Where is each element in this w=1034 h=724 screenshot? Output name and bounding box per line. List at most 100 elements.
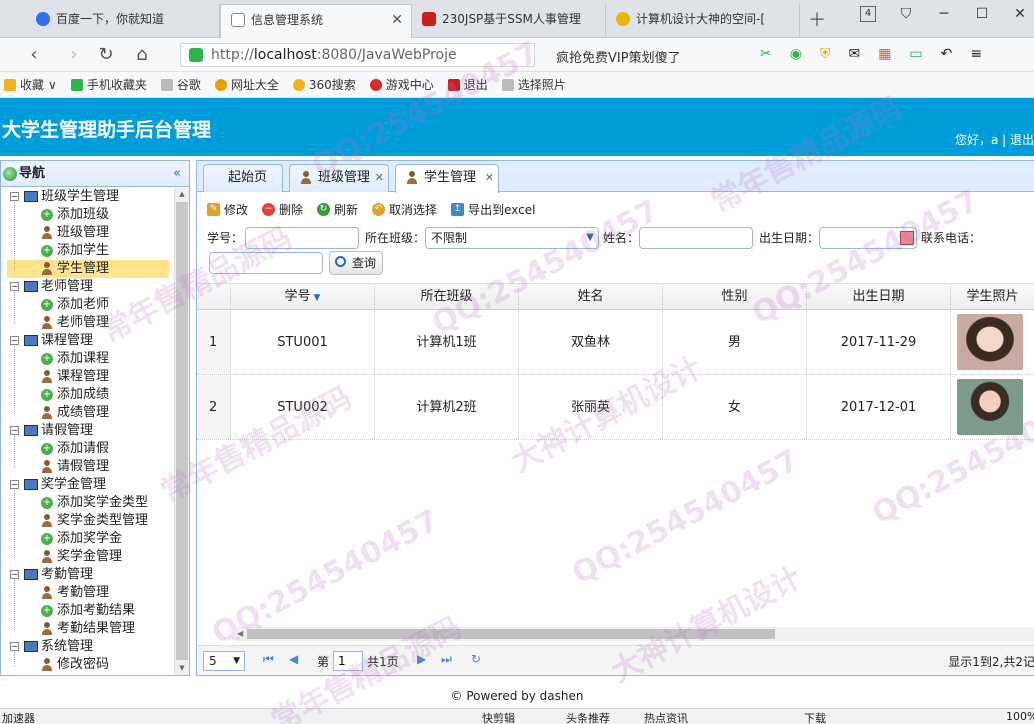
collapse-toggle-icon[interactable]: − (10, 570, 19, 579)
tab-class-management[interactable]: 班级管理 ✕ (289, 164, 389, 192)
bookmark-favorites[interactable]: 收藏 ∨ (4, 76, 57, 93)
calendar-icon[interactable] (900, 231, 914, 245)
close-window-icon[interactable]: ✕ (1012, 6, 1028, 22)
sidebar-item[interactable]: + 添加成绩 (1, 386, 175, 404)
bookmark-logout[interactable]: 退出 (447, 76, 488, 93)
scroll-thumb[interactable] (176, 202, 188, 660)
close-tab-icon[interactable]: ✕ (375, 165, 384, 191)
sidebar-item[interactable]: 成绩管理 (1, 404, 175, 422)
scissors-icon[interactable]: ✂ (760, 46, 772, 62)
status-quick-clip[interactable]: 快剪辑 (482, 710, 515, 724)
user-info-logout[interactable]: 您好，a | 退出 (955, 131, 1034, 148)
sidebar-item[interactable]: + 添加请假 (1, 440, 175, 458)
next-page-icon[interactable]: ▶ (417, 652, 426, 666)
sidebar-group[interactable]: − 考勤管理 (1, 566, 175, 584)
apps-grid-icon[interactable]: ▦ (878, 46, 891, 62)
refresh-button[interactable]: ↻ 刷新 (317, 201, 358, 218)
scroll-left-icon[interactable]: ◀ (237, 627, 243, 641)
shirt-icon[interactable]: ⛉ (898, 6, 914, 22)
sidebar-item[interactable]: 考勤管理 (1, 584, 175, 602)
column-header-gender[interactable]: 性别 (663, 284, 807, 309)
sidebar-item[interactable]: + 添加学生 (1, 242, 175, 260)
scroll-down-icon[interactable]: ▼ (175, 662, 189, 675)
sidebar-item[interactable]: + 添加考勤结果 (1, 602, 175, 620)
promo-link[interactable]: 疯抢免费VIP策划傻了 (556, 47, 681, 66)
new-tab-icon[interactable]: ＋ (808, 6, 826, 32)
prev-page-icon[interactable]: ◀ (289, 652, 298, 666)
undo-icon[interactable]: ↶ (941, 46, 953, 62)
status-download[interactable]: 下载 (804, 710, 826, 724)
home-icon[interactable]: ⌂ (130, 44, 154, 65)
sidebar-group[interactable]: − 老师管理 (1, 278, 175, 296)
sidebar-group[interactable]: − 系统管理 (1, 638, 175, 656)
menu-icon[interactable]: ≡ (970, 46, 982, 62)
close-tab-icon[interactable]: ✕ (485, 165, 494, 191)
sidebar-group[interactable]: − 班级学生管理 (1, 188, 175, 206)
name-input[interactable] (639, 227, 753, 249)
scroll-thumb[interactable] (247, 629, 775, 639)
sidebar-item[interactable]: 课程管理 (1, 368, 175, 386)
sidebar-group[interactable]: − 课程管理 (1, 332, 175, 350)
sidebar-item[interactable]: + 添加老师 (1, 296, 175, 314)
sidebar-group[interactable]: − 请假管理 (1, 422, 175, 440)
column-header-class[interactable]: 所在班级 (375, 284, 519, 309)
bookmark-google[interactable]: 谷歌 (160, 76, 201, 93)
bookmark-mobile[interactable]: 手机收藏夹 (70, 76, 147, 93)
status-top-news[interactable]: 头条推荐 (566, 710, 610, 724)
cancel-select-button[interactable]: ↶ 取消选择 (372, 201, 437, 218)
phone-input[interactable] (209, 252, 323, 274)
delete-button[interactable]: − 删除 (262, 201, 303, 218)
student-no-input[interactable] (245, 227, 359, 249)
maximize-icon[interactable]: ☐ (974, 6, 990, 22)
column-header-student-no[interactable]: 学号 ▼ (231, 284, 375, 309)
bookmark-directory[interactable]: 网址大全 (214, 76, 279, 93)
scroll-up-icon[interactable]: ▲ (175, 188, 189, 201)
sidebar-item[interactable]: 班级管理 (1, 224, 175, 242)
minimize-icon[interactable]: ─ (936, 6, 952, 22)
tab-student-management[interactable]: 学生管理 ✕ (395, 164, 499, 193)
collapse-toggle-icon[interactable]: − (10, 426, 19, 435)
page-number-input[interactable] (333, 651, 363, 671)
sidebar-group[interactable]: − 奖学金管理 (1, 476, 175, 494)
collapse-toggle-icon[interactable]: − (10, 282, 19, 291)
sidebar-item[interactable]: + 添加奖学金类型 (1, 494, 175, 512)
column-header-photo[interactable]: 学生照片 (951, 284, 1034, 309)
url-input[interactable]: http://localhost:8080/JavaWebProje (180, 43, 535, 67)
translate-icon[interactable]: ◉ (790, 46, 802, 62)
query-button[interactable]: 查询 (329, 251, 384, 275)
column-header-birth[interactable]: 出生日期 (807, 284, 951, 309)
sidebar-item[interactable]: 修改密码 (1, 656, 175, 674)
sidebar-item[interactable]: 奖学金管理 (1, 548, 175, 566)
battery-icon[interactable]: ▭ (909, 46, 922, 62)
browser-tab-ssm[interactable]: 230JSP基于SSM人事管理 (412, 4, 606, 38)
sidebar-item[interactable]: 考勤结果管理 (1, 620, 175, 638)
bookmark-choose-photo[interactable]: 选择照片 (501, 76, 566, 93)
sidebar-item[interactable]: 请假管理 (1, 458, 175, 476)
class-select[interactable]: 不限制 ▼ (425, 227, 599, 249)
collapse-toggle-icon[interactable]: − (10, 192, 19, 201)
browser-tab-info-system[interactable]: 信息管理系统 ✕ (220, 4, 412, 38)
forward-icon[interactable]: › (62, 44, 86, 65)
first-page-icon[interactable]: ⏮ (263, 652, 274, 667)
browser-tab-design-space[interactable]: 计算机设计大神的空间-[ (606, 4, 800, 38)
message-icon[interactable]: ✉ (848, 46, 860, 62)
status-zoom[interactable]: 100% (1006, 710, 1034, 723)
grid-horizontal-scrollbar[interactable]: ◀ (237, 627, 1034, 641)
sidebar-item[interactable]: 奖学金类型管理 (1, 512, 175, 530)
sidebar-item[interactable]: + 添加班级 (1, 206, 175, 224)
collapse-sidebar-icon[interactable]: « (173, 161, 181, 187)
tab-home[interactable]: 起始页 (203, 164, 283, 192)
browser-tab-baidu[interactable]: 百度一下，你就知道 (26, 4, 220, 38)
sidebar-item[interactable]: 学生管理 (7, 260, 169, 278)
status-hot-news[interactable]: 热点资讯 (644, 710, 688, 724)
reload-icon[interactable]: ↻ (94, 44, 118, 65)
close-tab-icon[interactable]: ✕ (391, 5, 403, 35)
reload-page-icon[interactable]: ↻ (471, 652, 481, 666)
table-row[interactable]: 1 STU001 计算机1班 双鱼林 男 2017-11-29 (197, 311, 1034, 375)
bookmark-game-center[interactable]: 游戏中心 (369, 76, 434, 93)
table-row[interactable]: 2 STU002 计算机2班 张丽英 女 2017-12-01 (197, 376, 1034, 440)
collapse-toggle-icon[interactable]: − (10, 480, 19, 489)
shield-icon[interactable]: ⛨ (820, 46, 831, 62)
sidebar-item[interactable]: 老师管理 (1, 314, 175, 332)
page-size-select[interactable]: 5 ▼ (203, 651, 245, 671)
